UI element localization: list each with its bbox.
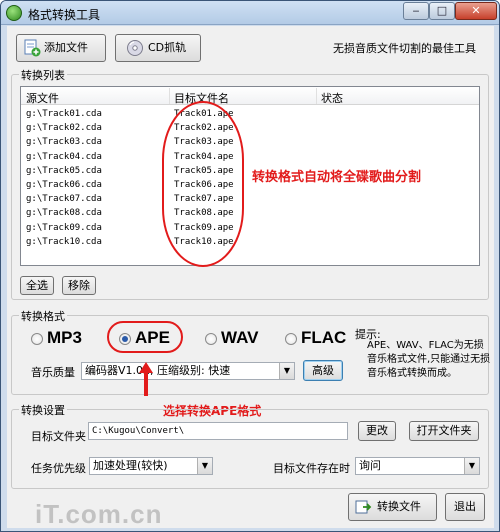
watermark: iT.com.cn (35, 499, 163, 529)
chevron-down-icon: ▼ (197, 458, 212, 474)
hint-body: APE、WAV、FLAC为无损音乐格式文件,只能通过无损音乐格式转换而成。 (367, 340, 491, 379)
source-cell: g:\Track02.cda (26, 123, 102, 134)
title-bar[interactable]: 格式转换工具 ‒ □ ✕ (1, 1, 499, 25)
source-cell: g:\Track01.cda (26, 109, 102, 119)
table-row[interactable]: g:\Track09.cda Track09.ape (21, 221, 479, 235)
cd-icon (127, 40, 143, 56)
window-title: 格式转换工具 (28, 8, 101, 22)
minimize-button[interactable]: ‒ (403, 2, 429, 20)
change-folder-button[interactable]: 更改 (358, 421, 396, 441)
source-cell: g:\Track05.cda (26, 165, 102, 176)
label-mp3[interactable]: MP3 (47, 328, 82, 348)
source-cell: g:\Track04.cda (26, 151, 102, 162)
convert-icon (355, 500, 372, 514)
radio-flac[interactable] (285, 333, 297, 345)
annotation-split-text: 转换格式自动将全碟歌曲分割 (252, 170, 422, 185)
source-cell: g:\Track07.cda (26, 194, 102, 205)
source-cell: g:\Track06.cda (26, 180, 102, 190)
advanced-button[interactable]: 高级 (303, 360, 343, 381)
radio-mp3[interactable] (31, 333, 43, 345)
label-flac[interactable]: FLAC (301, 328, 346, 348)
chevron-down-icon: ▼ (464, 458, 479, 474)
annotation-oval-targets (162, 101, 244, 267)
remove-button[interactable]: 移除 (62, 276, 96, 295)
source-cell: g:\Track08.cda (26, 208, 102, 219)
table-row[interactable]: g:\Track07.cda Track07.ape (21, 192, 479, 206)
target-folder-label: 目标文件夹 (31, 430, 86, 443)
format-group-label: 转换格式 (19, 308, 67, 324)
label-wav[interactable]: WAV (221, 328, 258, 348)
table-row[interactable]: g:\Track10.cda Track10.ape (21, 235, 479, 249)
table-row[interactable]: g:\Track08.cda Track08.ape (21, 206, 479, 220)
table-row[interactable]: g:\Track04.cda Track04.ape (21, 150, 479, 164)
app-icon (6, 5, 22, 21)
file-exists-label: 目标文件存在时 (273, 462, 350, 475)
add-file-icon (24, 39, 41, 57)
cd-rip-button[interactable]: CD抓轨 (115, 34, 201, 62)
target-folder-field[interactable]: C:\Kugou\Convert\ (88, 422, 348, 440)
add-file-label: 添加文件 (44, 41, 88, 54)
open-folder-button[interactable]: 打开文件夹 (409, 421, 479, 441)
exit-button[interactable]: 退出 (445, 493, 485, 521)
table-row[interactable]: g:\Track03.cda Track03.ape (21, 135, 479, 149)
quality-select[interactable]: 编码器V1.02, 压缩级别: 快速 ▼ (81, 362, 295, 380)
annotation-oval-ape (107, 321, 183, 353)
annotation-arrow-icon (139, 362, 153, 396)
source-cell: g:\Track03.cda (26, 137, 102, 148)
add-file-button[interactable]: 添加文件 (16, 34, 106, 62)
tagline: 无损音质文件切割的最佳工具 (333, 42, 476, 55)
radio-wav[interactable] (205, 333, 217, 345)
file-exists-value: 询问 (359, 459, 381, 472)
column-source[interactable]: 源文件 (26, 90, 59, 106)
quality-label: 音乐质量 (31, 366, 75, 379)
maximize-button[interactable]: □ (429, 2, 455, 20)
table-row[interactable]: g:\Track01.cda Track01.ape (21, 107, 479, 121)
column-status[interactable]: 状态 (321, 90, 343, 106)
table-row[interactable]: g:\Track02.cda Track02.ape (21, 121, 479, 135)
priority-value: 加速处理(较快) (93, 459, 168, 472)
select-all-button[interactable]: 全选 (20, 276, 54, 295)
source-cell: g:\Track09.cda (26, 222, 102, 233)
file-exists-select[interactable]: 询问 ▼ (355, 457, 480, 475)
chevron-down-icon: ▼ (279, 363, 294, 379)
convert-button[interactable]: 转换文件 (348, 493, 437, 521)
quality-value: 编码器V1.02, 压缩级别: 快速 (85, 364, 231, 377)
list-header: 源文件 目标文件名 状态 (21, 87, 479, 105)
priority-label: 任务优先级 (31, 462, 86, 475)
list-group-label: 转换列表 (19, 67, 67, 83)
app-window: 格式转换工具 ‒ □ ✕ 添加文件 CD抓轨 无损音质文件切割的最佳工具 转换列… (0, 0, 500, 532)
close-button[interactable]: ✕ (455, 2, 497, 20)
client-area: 添加文件 CD抓轨 无损音质文件切割的最佳工具 转换列表 源文件 目标文件名 状… (7, 26, 494, 529)
source-cell: g:\Track10.cda (26, 236, 102, 247)
priority-select[interactable]: 加速处理(较快) ▼ (89, 457, 213, 475)
convert-label: 转换文件 (377, 500, 421, 513)
settings-group-label: 转换设置 (19, 402, 67, 418)
cd-rip-label: CD抓轨 (148, 41, 187, 54)
